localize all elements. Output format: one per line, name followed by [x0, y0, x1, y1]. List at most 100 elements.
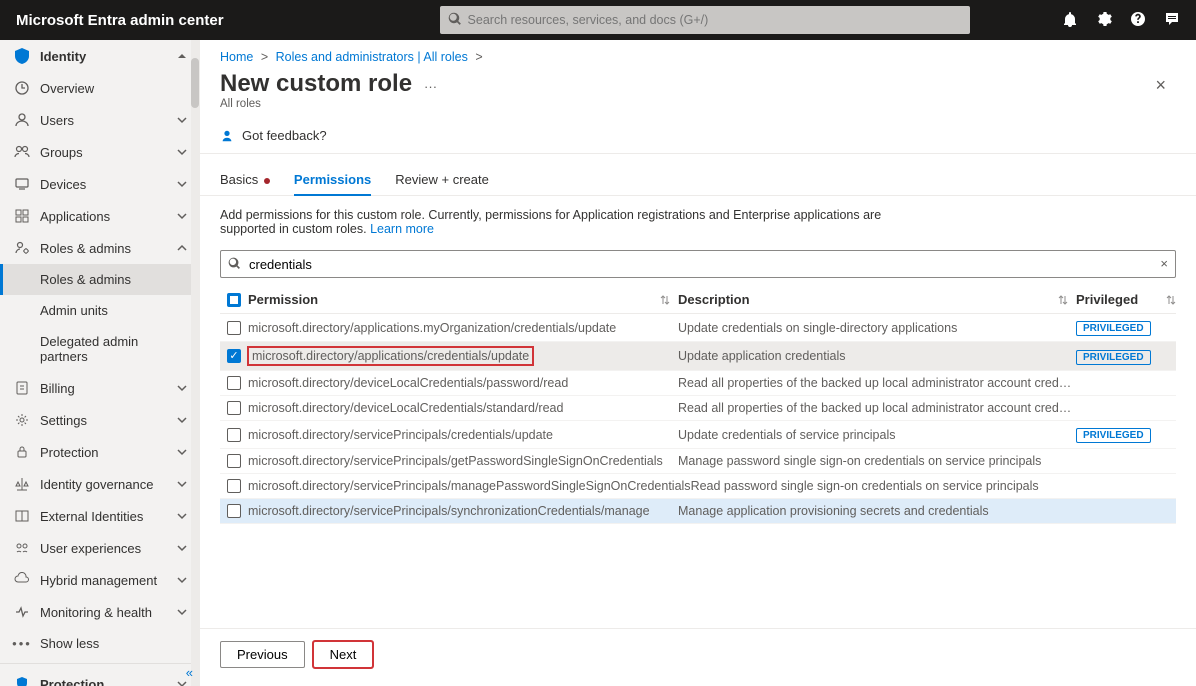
external-icon [14, 508, 30, 524]
column-permission[interactable]: Permission [248, 292, 678, 307]
privileged-cell: PRIVILEGED [1076, 348, 1176, 365]
chevron-down-icon [177, 147, 187, 157]
tab-basics[interactable]: Basics [220, 166, 270, 195]
row-checkbox[interactable] [227, 504, 241, 518]
search-icon [448, 12, 462, 29]
sidebar-item-hybrid[interactable]: Hybrid management [0, 564, 199, 596]
devices-icon [14, 176, 30, 192]
crumb-home[interactable]: Home [220, 50, 253, 64]
sidebar-item-monitoring[interactable]: Monitoring & health [0, 596, 199, 628]
chevron-down-icon [177, 511, 187, 521]
description-cell: Manage password single sign-on credentia… [678, 454, 1076, 468]
billing-icon [14, 380, 30, 396]
tab-permissions[interactable]: Permissions [294, 166, 371, 195]
chevron-down-icon [177, 211, 187, 221]
sidebar-protection-group[interactable]: Protection [0, 668, 199, 686]
sidebar-item-groups[interactable]: Groups [0, 136, 199, 168]
select-all-checkbox[interactable] [227, 293, 241, 307]
sidebar: Identity Overview Users Groups Devices A… [0, 40, 200, 686]
users-icon [14, 112, 30, 128]
chevron-up-icon [177, 243, 187, 253]
chevron-down-icon [177, 415, 187, 425]
sidebar-item-delegated-partners[interactable]: Delegated admin partners [0, 326, 199, 372]
row-checkbox[interactable] [227, 428, 241, 442]
table-row[interactable]: microsoft.directory/servicePrincipals/ge… [220, 449, 1176, 474]
scroll-track [191, 40, 199, 686]
permission-search-input[interactable] [220, 250, 1176, 278]
more-icon[interactable]: ··· [424, 79, 437, 94]
global-search-input[interactable] [440, 6, 970, 34]
chevron-down-icon [177, 575, 187, 585]
sidebar-item-settings[interactable]: Settings [0, 404, 199, 436]
privileged-cell: PRIVILEGED [1076, 426, 1176, 443]
previous-button[interactable]: Previous [220, 641, 305, 668]
sidebar-item-roles-admins-sub[interactable]: Roles & admins [0, 264, 199, 295]
feedback-person-icon [220, 129, 234, 143]
error-dot-icon [264, 178, 270, 184]
row-checkbox[interactable] [227, 376, 241, 390]
sidebar-identity[interactable]: Identity [0, 40, 199, 72]
column-description[interactable]: Description [678, 292, 1076, 307]
crumb-roles[interactable]: Roles and administrators | All roles [276, 50, 468, 64]
table-row[interactable]: microsoft.directory/applications.myOrgan… [220, 314, 1176, 342]
permissions-table: Permission Description Privileged micros… [200, 286, 1196, 628]
next-button[interactable]: Next [313, 641, 374, 668]
table-row[interactable]: ✓microsoft.directory/applications/creden… [220, 342, 1176, 371]
sidebar-item-external-identities[interactable]: External Identities [0, 500, 199, 532]
description-cell: Update credentials of service principals [678, 428, 1076, 442]
row-checkbox[interactable] [227, 401, 241, 415]
page-title: New custom role [220, 70, 412, 98]
sidebar-item-devices[interactable]: Devices [0, 168, 199, 200]
applications-icon [14, 208, 30, 224]
sidebar-item-applications[interactable]: Applications [0, 200, 199, 232]
help-icon[interactable] [1130, 11, 1146, 30]
description-cell: Manage application provisioning secrets … [678, 504, 1076, 518]
table-row[interactable]: microsoft.directory/servicePrincipals/sy… [220, 499, 1176, 524]
collapse-sidebar-icon[interactable]: « [186, 665, 193, 680]
sidebar-item-overview[interactable]: Overview [0, 72, 199, 104]
table-row[interactable]: microsoft.directory/deviceLocalCredentia… [220, 396, 1176, 421]
learn-more-link[interactable]: Learn more [370, 222, 434, 236]
tab-review[interactable]: Review + create [395, 166, 489, 195]
sidebar-item-roles-admins[interactable]: Roles & admins [0, 232, 199, 264]
chevron-down-icon [177, 179, 187, 189]
feedback-icon[interactable] [1164, 11, 1180, 30]
dots-icon: ••• [12, 636, 32, 651]
sidebar-item-billing[interactable]: Billing [0, 372, 199, 404]
sidebar-item-show-less[interactable]: ••• Show less [0, 628, 199, 659]
breadcrumb: Home > Roles and administrators | All ro… [200, 40, 1196, 68]
sidebar-item-user-experiences[interactable]: User experiences [0, 532, 199, 564]
table-row[interactable]: microsoft.directory/servicePrincipals/ma… [220, 474, 1176, 499]
lock-icon [14, 444, 30, 460]
notifications-icon[interactable] [1062, 11, 1078, 30]
governance-icon [14, 476, 30, 492]
search-icon [228, 257, 241, 273]
privileged-badge: PRIVILEGED [1076, 428, 1151, 443]
feedback-button[interactable]: Got feedback? [200, 118, 1196, 154]
ux-icon [14, 540, 30, 556]
row-checkbox[interactable] [227, 454, 241, 468]
groups-icon [14, 144, 30, 160]
privileged-badge: PRIVILEGED [1076, 321, 1151, 336]
sort-icon [1166, 295, 1176, 305]
chevron-down-icon [177, 447, 187, 457]
clear-icon[interactable]: × [1160, 256, 1168, 271]
row-checkbox[interactable] [227, 479, 241, 493]
sidebar-item-protection[interactable]: Protection [0, 436, 199, 468]
privileged-cell: PRIVILEGED [1076, 319, 1176, 336]
close-icon[interactable]: × [1155, 75, 1176, 96]
top-icon-group [1062, 11, 1180, 30]
chevron-down-icon [177, 115, 187, 125]
table-row[interactable]: microsoft.directory/deviceLocalCredentia… [220, 371, 1176, 396]
row-checkbox[interactable] [227, 321, 241, 335]
sidebar-item-users[interactable]: Users [0, 104, 199, 136]
settings-icon[interactable] [1096, 11, 1112, 30]
description-cell: Update credentials on single-directory a… [678, 321, 1076, 335]
scroll-thumb[interactable] [191, 58, 199, 108]
sidebar-item-admin-units[interactable]: Admin units [0, 295, 199, 326]
row-checkbox[interactable]: ✓ [227, 349, 241, 363]
table-row[interactable]: microsoft.directory/servicePrincipals/cr… [220, 421, 1176, 449]
sidebar-item-identity-governance[interactable]: Identity governance [0, 468, 199, 500]
description-cell: Read all properties of the backed up loc… [678, 401, 1076, 415]
column-privileged[interactable]: Privileged [1076, 292, 1176, 307]
